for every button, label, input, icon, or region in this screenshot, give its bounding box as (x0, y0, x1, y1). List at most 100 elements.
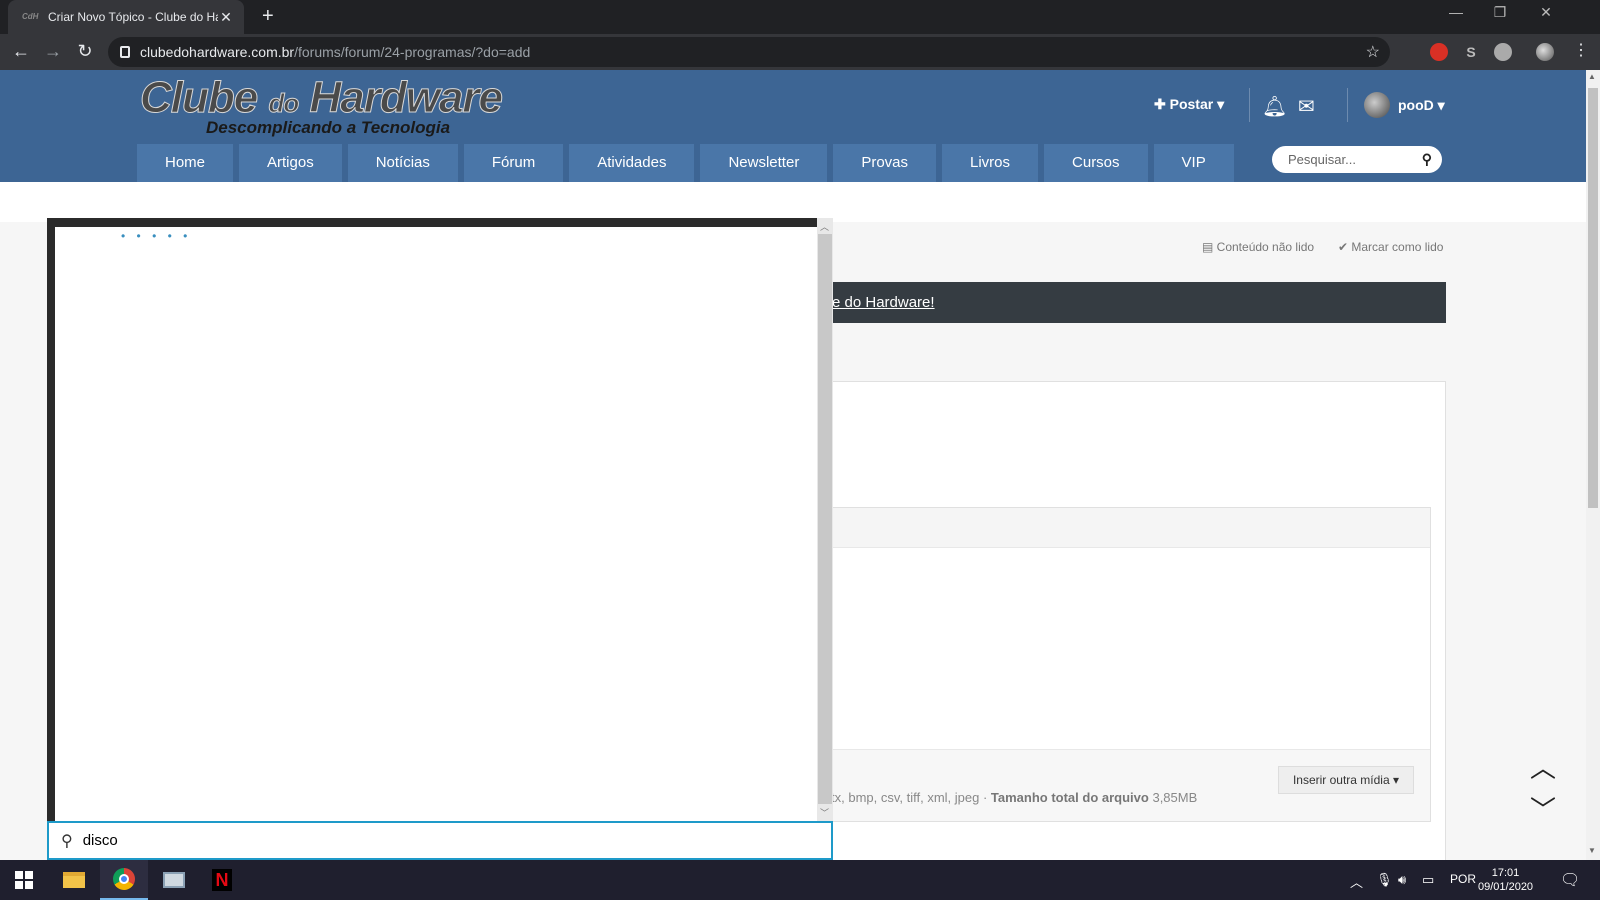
nav-item-cursos[interactable]: Cursos (1044, 144, 1148, 182)
taskbar-clock[interactable]: 17:01 09/01/2020 (1478, 866, 1533, 894)
search-icon: ⚲ (61, 832, 73, 850)
postar-button[interactable]: ✚ Postar ▾ (1154, 96, 1224, 113)
lock-icon (120, 46, 130, 58)
browser-tab-strip: CdH Criar Novo Tópico - Clube do Hardwar… (0, 0, 1600, 34)
logo-hardware: Hardware (309, 73, 504, 122)
windows-search-flyout: • • • • • ︿ ﹀ ⚲ (47, 218, 833, 860)
user-menu[interactable]: pooD ▾ (1364, 92, 1445, 118)
nav-item-forum[interactable]: Fórum (463, 144, 564, 182)
total-size-label: Tamanho total do arquivo (990, 790, 1149, 805)
search-icon[interactable]: ⚲ (1422, 151, 1432, 168)
netflix-taskbar-button[interactable]: N (198, 860, 246, 900)
nav-item-livros[interactable]: Livros (942, 144, 1039, 182)
forward-arrow-icon[interactable]: → (42, 41, 64, 61)
url-domain: clubedohardware.com.br (140, 44, 295, 60)
scrollbar-up-arrow-icon[interactable]: ▲ (1588, 72, 1596, 81)
loading-indicator: • • • • • (121, 229, 192, 243)
search-input[interactable] (1288, 152, 1422, 167)
allowed-file-types: tx, bmp, csv, tiff, xml, jpeg · Tamanho … (831, 790, 1197, 805)
mark-read-link[interactable]: ✔ Marcar como lido (1338, 240, 1443, 254)
scrollbar-thumb[interactable] (1588, 88, 1598, 508)
tab-close-icon[interactable]: ✕ (218, 9, 234, 26)
nav-item-vip[interactable]: VIP (1153, 144, 1234, 182)
logo-tagline: Descomplicando a Tecnologia (206, 118, 451, 137)
address-bar[interactable]: clubedohardware.com.br/forums/forum/24-p… (108, 37, 1390, 67)
scroll-down-icon[interactable]: ﹀ (1530, 790, 1556, 827)
extension-adblock-icon[interactable] (1430, 43, 1448, 61)
welcome-banner: e do Hardware! (760, 282, 1446, 323)
windows-search-input[interactable] (82, 832, 683, 849)
scroll-up-icon[interactable]: ︿ (1530, 748, 1556, 785)
file-explorer-button[interactable] (50, 860, 98, 900)
flyout-scrollbar[interactable]: ︿ ﹀ (817, 218, 833, 821)
site-header: Clube do Hardware Descomplicando a Tecno… (0, 70, 1586, 182)
window-restore-button[interactable]: ❐ (1480, 4, 1520, 21)
logo-clube: Clube (139, 73, 258, 122)
window-close-button[interactable]: ✕ (1526, 4, 1566, 21)
attachment-area: tx, bmp, csv, tiff, xml, jpeg · Tamanho … (761, 749, 1430, 821)
envelope-icon[interactable]: ✉ (1298, 94, 1315, 119)
extension-puzzle-icon[interactable] (1494, 43, 1512, 61)
profile-avatar-icon[interactable] (1536, 43, 1554, 61)
user-name: pooD (1398, 97, 1434, 113)
scrollbar-down-arrow-icon[interactable]: ▼ (1588, 846, 1596, 855)
banner-link[interactable]: e do Hardware! (832, 294, 935, 311)
logo-do: do (268, 88, 300, 119)
back-arrow-icon[interactable]: ← (10, 41, 32, 61)
search-results-pane: • • • • • (55, 227, 817, 821)
bell-icon[interactable]: 🔔︎ (1262, 94, 1287, 119)
windows-logo-icon (15, 871, 33, 889)
avatar (1364, 92, 1390, 118)
site-search: ⚲ (1272, 146, 1442, 173)
notifications-icon[interactable]: 🗨︎ (1560, 870, 1580, 890)
mark-read-label: Marcar como lido (1351, 240, 1444, 254)
volume-icon[interactable]: 🔊︎ (1398, 872, 1406, 888)
chrome-icon (113, 868, 135, 890)
netflix-icon: N (212, 869, 232, 891)
nav-item-atividades[interactable]: Atividades (569, 144, 695, 182)
url-path: /forums/forum/24-programas/?do=add (294, 44, 531, 60)
bookmark-star-icon[interactable]: ☆ (1366, 42, 1380, 62)
windows-search-bar: ⚲ (47, 821, 833, 860)
url-text: clubedohardware.com.br/forums/forum/24-p… (140, 44, 530, 60)
reload-icon[interactable]: ↻ (74, 41, 96, 61)
insert-media-label: Inserir outra mídia (1292, 773, 1390, 787)
flyout-scrollbar-thumb[interactable] (818, 234, 832, 804)
folder-icon (63, 872, 85, 888)
unread-content-link[interactable]: ▤ Conteúdo não lido (1202, 240, 1314, 254)
page-top-band (0, 182, 1586, 222)
new-tab-button[interactable]: + (262, 6, 274, 26)
computer-icon (163, 872, 185, 888)
nav-item-artigos[interactable]: Artigos (239, 144, 342, 182)
start-button[interactable] (0, 860, 48, 900)
insert-media-button[interactable]: Inserir outra mídia ▾ (1277, 766, 1414, 794)
nav-item-noticias[interactable]: Notícias (347, 144, 458, 182)
browser-toolbar: ← → ↻ clubedohardware.com.br/forums/foru… (0, 34, 1600, 70)
window-minimize-button[interactable]: — (1436, 4, 1476, 20)
page-scrollbar[interactable]: ▲ ▼ (1586, 70, 1600, 860)
microphone-icon[interactable]: 🎙︎ (1376, 872, 1393, 888)
chrome-menu-icon[interactable]: ⋮ (1570, 41, 1592, 61)
header-divider (1347, 88, 1348, 122)
file-type-list: tx, bmp, csv, tiff, xml, jpeg · (831, 790, 991, 805)
main-nav: Home Artigos Notícias Fórum Atividades N… (137, 144, 1240, 182)
this-pc-taskbar-button[interactable] (150, 860, 198, 900)
language-indicator[interactable]: POR (1450, 872, 1476, 886)
tab-title: Criar Novo Tópico - Clube do Hardware (48, 10, 218, 24)
unread-label: Conteúdo não lido (1216, 240, 1315, 254)
flyout-scroll-up-icon[interactable]: ︿ (820, 220, 829, 233)
postar-label: Postar (1169, 96, 1214, 112)
extension-s-icon[interactable]: S (1462, 43, 1480, 61)
nav-item-newsletter[interactable]: Newsletter (700, 144, 828, 182)
chrome-taskbar-button[interactable] (100, 860, 148, 900)
tray-overflow-chevron-icon[interactable]: ︿ (1350, 872, 1363, 891)
nav-item-home[interactable]: Home (137, 144, 234, 182)
header-divider (1249, 88, 1250, 122)
site-logo[interactable]: Clube do Hardware Descomplicando a Tecno… (139, 73, 504, 137)
nav-item-provas[interactable]: Provas (833, 144, 936, 182)
clock-time: 17:01 (1491, 867, 1520, 879)
flyout-scroll-down-icon[interactable]: ﹀ (820, 806, 829, 819)
site-favicon-icon: CdH (22, 12, 39, 21)
browser-tab[interactable]: CdH Criar Novo Tópico - Clube do Hardwar… (8, 0, 244, 34)
network-icon[interactable]: ▭ (1422, 872, 1434, 888)
